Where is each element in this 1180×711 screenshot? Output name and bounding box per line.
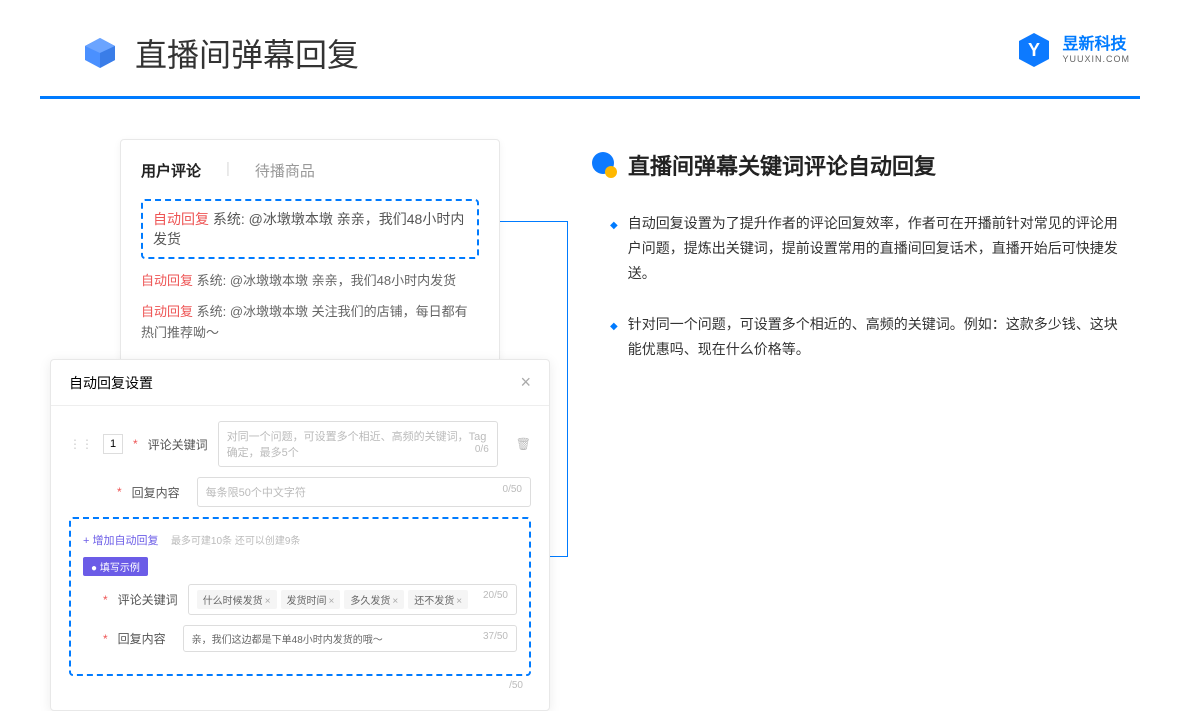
add-reply-link[interactable]: + 增加自动回复 xyxy=(83,535,158,547)
brand-logo: Y 昱新科技 YUUXIN.COM xyxy=(1014,30,1130,70)
comment-text: 系统: @冰墩墩本墩 亲亲，我们48小时内发货 xyxy=(193,273,456,288)
required-icon: * xyxy=(133,437,138,451)
tag-chip[interactable]: 发货时间 xyxy=(281,590,341,609)
auto-reply-label: 自动回复 xyxy=(153,211,209,227)
brand-name-en: YUUXIN.COM xyxy=(1062,54,1130,64)
auto-reply-label: 自动回复 xyxy=(141,304,193,319)
drag-handle-icon[interactable]: ⋮⋮ xyxy=(69,437,93,451)
bullet-text: 针对同一个问题，可设置多个相近的、高频的关键词。例如：这款多少钱、这块能优惠吗、… xyxy=(628,312,1130,362)
section-title: 直播间弹幕关键词评论自动回复 xyxy=(628,149,936,181)
bullet-text: 自动回复设置为了提升作者的评论回复效率，作者可在开播前针对常见的评论用户问题，提… xyxy=(628,211,1130,287)
reply-label: 回复内容 xyxy=(132,484,187,501)
highlighted-comment: 自动回复 系统: @冰墩墩本墩 亲亲，我们48小时内发货 xyxy=(141,199,479,259)
modal-title: 自动回复设置 xyxy=(69,373,153,393)
brand-icon: Y xyxy=(1014,30,1054,70)
bubble-icon xyxy=(590,151,618,179)
close-icon[interactable]: × xyxy=(520,372,531,393)
required-icon: * xyxy=(103,593,108,607)
tag-chip[interactable]: 什么时候发货 xyxy=(197,590,277,609)
tab-divider: | xyxy=(226,160,230,181)
keyword-input[interactable]: 对同一个问题，可设置多个相近、高频的关键词，Tag确定，最多5个0/6 xyxy=(218,421,498,467)
auto-reply-label: 自动回复 xyxy=(141,273,193,288)
delete-icon[interactable]: 🗑 xyxy=(516,437,531,451)
comments-card: 用户评论 | 待播商品 自动回复 系统: @冰墩墩本墩 亲亲，我们48小时内发货… xyxy=(120,139,500,374)
required-icon: * xyxy=(103,632,108,646)
comment-row: 自动回复 系统: @冰墩墩本墩 亲亲，我们48小时内发货 xyxy=(141,271,479,292)
sequence-number: 1 xyxy=(103,434,123,454)
tag-chip[interactable]: 还不发货 xyxy=(408,590,468,609)
char-count: 37/50 xyxy=(483,631,508,642)
cube-icon xyxy=(80,33,120,73)
reply-label: 回复内容 xyxy=(118,630,173,647)
reply-input[interactable]: 每条限50个中文字符0/50 xyxy=(197,477,531,507)
char-count: 0/6 xyxy=(475,444,489,455)
keyword-label: 评论关键词 xyxy=(118,591,178,608)
outer-count: /50 xyxy=(69,676,531,695)
brand-name-cn: 昱新科技 xyxy=(1062,36,1130,54)
example-keyword-input[interactable]: 什么时候发货发货时间多久发货还不发货 20/50 xyxy=(188,584,517,615)
diamond-icon: ◆ xyxy=(610,217,618,287)
tag-chip[interactable]: 多久发货 xyxy=(344,590,404,609)
char-count: 20/50 xyxy=(483,590,508,601)
add-hint: 最多可建10条 还可以创建9条 xyxy=(171,536,300,547)
svg-text:Y: Y xyxy=(1028,40,1040,60)
example-reply-input[interactable]: 亲，我们这边都是下单48小时内发货的哦～ 37/50 xyxy=(183,625,517,652)
required-icon: * xyxy=(117,485,122,499)
diamond-icon: ◆ xyxy=(610,318,618,362)
settings-modal: 自动回复设置 × ⋮⋮ 1 * 评论关键词 对同一个问题，可设置多个相近、高频的… xyxy=(50,359,550,711)
keyword-label: 评论关键词 xyxy=(148,436,208,453)
example-badge: ● 填写示例 xyxy=(83,557,148,576)
tab-user-comments[interactable]: 用户评论 xyxy=(141,160,201,181)
comment-row: 自动回复 系统: @冰墩墩本墩 关注我们的店铺，每日都有热门推荐呦～ xyxy=(141,302,479,344)
example-section: + 增加自动回复 最多可建10条 还可以创建9条 ● 填写示例 * 评论关键词 … xyxy=(69,517,531,676)
char-count: 0/50 xyxy=(503,484,522,495)
page-title: 直播间弹幕回复 xyxy=(135,30,359,76)
tab-pending-goods[interactable]: 待播商品 xyxy=(255,160,315,181)
